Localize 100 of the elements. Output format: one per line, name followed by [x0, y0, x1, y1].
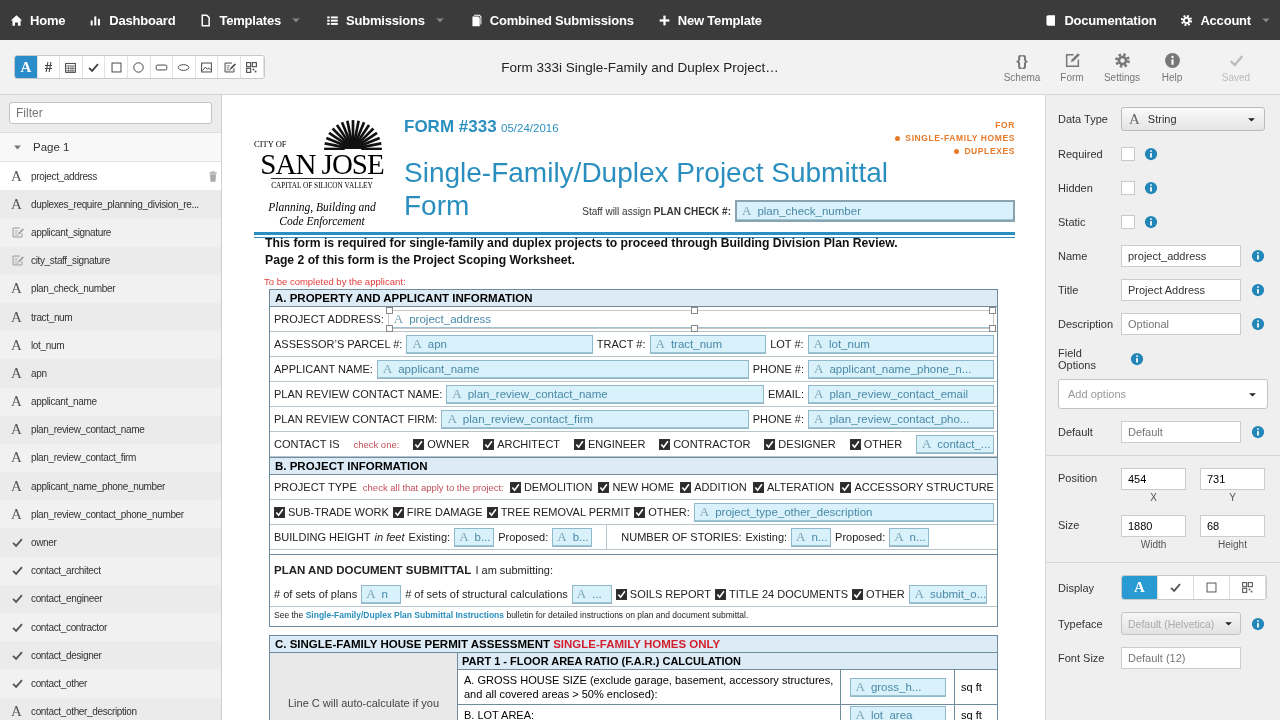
- field-label: PROJECT ADDRESS:: [274, 313, 384, 325]
- checkbox[interactable]: [483, 438, 495, 450]
- field-list-item[interactable]: A plan_review_contact_name: [0, 415, 221, 444]
- plus-icon: [657, 13, 671, 27]
- checkbox-label: ADDITION: [694, 481, 747, 493]
- field-list-item[interactable]: A contact_other_description: [0, 697, 221, 720]
- input-field[interactable]: 454: [1121, 468, 1186, 490]
- checkbox[interactable]: [486, 506, 498, 518]
- input-field[interactable]: 731: [1200, 468, 1265, 490]
- checkbox-label: OWNER: [427, 438, 470, 450]
- input-caption: X: [1150, 492, 1157, 503]
- checkbox[interactable]: [659, 438, 671, 450]
- document-icon: [199, 13, 213, 27]
- field-label: LOT #:: [770, 338, 804, 350]
- field-list-item[interactable]: A project_address: [0, 162, 221, 191]
- checkbox-label: SOILS REPORT: [629, 588, 711, 600]
- intro-text: Page 2 of this form is the Project Scoping Worksheet.: [265, 252, 576, 269]
- input-field[interactable]: A ...: [571, 584, 612, 604]
- nav-link[interactable]: Documentation: [1044, 12, 1157, 28]
- field-label: BUILDING HEIGHT: [274, 531, 371, 543]
- checkbox[interactable]: [598, 481, 610, 493]
- toolbar-button[interactable]: Form: [1050, 51, 1094, 83]
- nav-link[interactable]: New Template: [657, 12, 762, 28]
- circle-icon: [132, 60, 146, 74]
- input-field[interactable]: Default: [1121, 421, 1241, 443]
- checkbox[interactable]: [714, 588, 726, 600]
- checkbox[interactable]: [680, 481, 692, 493]
- input-field[interactable]: Default (12): [1121, 647, 1241, 669]
- form-title: Single-Family/Duplex Project Submittal: [404, 156, 889, 189]
- hint-text: check all that apply to the project:: [362, 481, 504, 493]
- input-field[interactable]: project_address: [1121, 245, 1241, 267]
- field-list-item[interactable]: A applicant_name_phone_number: [0, 472, 221, 501]
- nav-link[interactable]: Dashboard: [89, 12, 176, 28]
- checkbox[interactable]: [615, 588, 627, 600]
- qr-code-icon: [245, 60, 259, 74]
- property-label: Description: [1058, 318, 1115, 330]
- checkbox[interactable]: [849, 438, 861, 450]
- info-icon: [1251, 317, 1265, 331]
- nav-link[interactable]: Templates: [199, 12, 302, 28]
- field-label: ASSESSOR’S PARCEL #:: [274, 338, 403, 350]
- nav-link[interactable]: Submissions: [326, 12, 446, 28]
- checkbox-label: CONTRACTOR: [673, 438, 751, 450]
- input-field[interactable]: Project Address: [1121, 279, 1241, 301]
- checkbox[interactable]: [840, 481, 852, 493]
- field-list-item[interactable]: owner: [0, 528, 221, 557]
- checkbox[interactable]: [764, 438, 776, 450]
- document-title: Form 333i Single-Family and Duplex Project…: [501, 59, 779, 75]
- field-label: # of sets of plans: [274, 588, 358, 600]
- checkbox-label: ALTERATION: [766, 481, 835, 493]
- checkbox[interactable]: [509, 481, 521, 493]
- field-list-item[interactable]: contact_engineer: [0, 584, 221, 613]
- side-note: Line C will auto-calculate if you: [288, 697, 439, 709]
- image-icon: [200, 60, 214, 74]
- audience-heading: FOR: [995, 120, 1015, 130]
- field-list-item[interactable]: A apn: [0, 359, 221, 388]
- checkbox[interactable]: [392, 506, 404, 518]
- nav-link[interactable]: Combined Submissions: [469, 12, 634, 28]
- note-text: See the Single-Family/Duplex Plan Submittal Instructions bulletin for detailed instructions on plan and document submittal.: [274, 610, 749, 620]
- field-list-item[interactable]: contact_designer: [0, 641, 221, 670]
- info-icon: [1251, 283, 1265, 297]
- input-field[interactable]: Optional: [1121, 313, 1241, 335]
- signature-icon: [11, 254, 24, 268]
- filter-field[interactable]: Filter: [9, 102, 212, 124]
- info-icon: [1144, 181, 1158, 195]
- checkbox[interactable]: [274, 506, 285, 518]
- unit-text: in feet: [374, 531, 405, 543]
- checkbox[interactable]: [413, 438, 425, 450]
- input-field[interactable]: 1880: [1121, 515, 1186, 537]
- field-list-item[interactable]: A duplexes_require_planning_division_re...: [0, 190, 221, 219]
- nav-link[interactable]: Home: [10, 12, 66, 28]
- checkbox[interactable]: [752, 481, 764, 493]
- data-type-select[interactable]: A String: [1121, 107, 1265, 131]
- field-label: Existing:: [745, 531, 788, 543]
- logo-text: SAN JOSE: [260, 150, 384, 178]
- field-label: PHONE #:: [752, 413, 804, 425]
- toolbar-button[interactable]: Settings: [1100, 51, 1144, 83]
- toolbar-button[interactable]: Help: [1150, 51, 1194, 83]
- checkbox-label: FIRE DAMAGE: [406, 506, 483, 518]
- input-field[interactable]: 68: [1200, 515, 1265, 537]
- checkbox[interactable]: [634, 506, 646, 518]
- toolbar-button[interactable]: {} Schema: [1000, 51, 1044, 83]
- field-label: TRACT #:: [596, 338, 646, 350]
- checkbox[interactable]: [852, 588, 864, 600]
- field-label: Proposed:: [835, 531, 886, 543]
- instructions-link[interactable]: Single-Family/Duplex Plan Submittal Instructions: [305, 610, 505, 620]
- tool-button[interactable]: A: [15, 56, 38, 78]
- field-label: PROJECT TYPE: [274, 481, 357, 493]
- page-row[interactable]: Page 1: [0, 133, 221, 162]
- checkbox-label: DESIGNER: [778, 438, 836, 450]
- field-label: Proposed:: [498, 531, 549, 543]
- nav-link[interactable]: Account: [1180, 12, 1272, 28]
- intro-text: This form is required for single-family and duplex projects to proceed through Building Division Plan Review.: [265, 235, 899, 252]
- info-icon: [1251, 249, 1265, 263]
- checkbox[interactable]: [573, 438, 585, 450]
- input-field[interactable]: A project_address: [387, 309, 994, 329]
- square-icon: [109, 60, 123, 74]
- input-caption: Width: [1140, 539, 1167, 550]
- field-list-item[interactable]: city_staff_signature: [0, 246, 221, 275]
- field-list-item[interactable]: A tract_num: [0, 302, 221, 332]
- property-label: Font Size: [1058, 652, 1106, 664]
